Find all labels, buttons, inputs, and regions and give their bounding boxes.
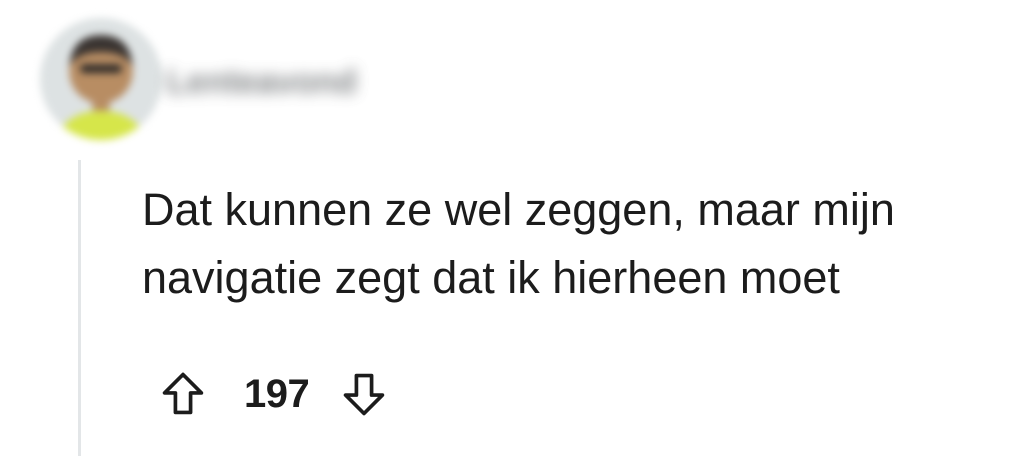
thread-line[interactable] xyxy=(78,160,81,456)
downvote-button[interactable] xyxy=(335,365,393,423)
upvote-button[interactable] xyxy=(154,365,212,423)
vote-score: 197 xyxy=(244,371,310,416)
comment-line-2: navigatie zegt dat ik hierheen moet xyxy=(142,252,840,303)
avatar[interactable] xyxy=(40,18,162,140)
comment-body: Dat kunnen ze wel zeggen, maar mijn navi… xyxy=(142,176,1002,312)
arrow-up-icon xyxy=(162,372,204,415)
avatar-icon xyxy=(40,18,162,140)
username[interactable]: Lenteavond xyxy=(166,62,414,102)
vote-bar: 197 xyxy=(154,364,393,424)
username-text: Lenteavond xyxy=(166,62,357,101)
arrow-down-icon xyxy=(343,373,385,416)
comment: Lenteavond Dat kunnen ze wel zeggen, maa… xyxy=(0,0,1024,456)
comment-line-1: Dat kunnen ze wel zeggen, maar mijn xyxy=(142,184,895,235)
